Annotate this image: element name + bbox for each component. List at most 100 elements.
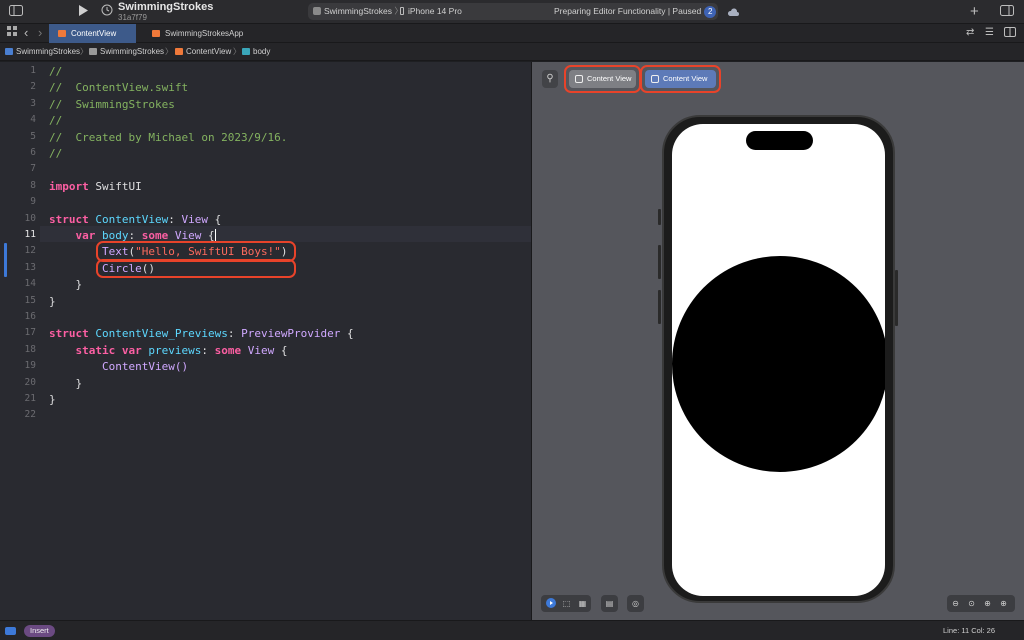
code-line[interactable]: }: [49, 294, 56, 310]
scheme-activity-bar[interactable]: SwimmingStrokes 〉 iPhone 14 Pro Preparin…: [308, 3, 718, 20]
phone-volume-up: [658, 245, 661, 279]
line-number[interactable]: 11: [0, 229, 36, 240]
scheme-selector[interactable]: SwimmingStrokes 〉: [313, 3, 403, 20]
line-number[interactable]: 18: [0, 344, 36, 355]
grid-icon[interactable]: [7, 21, 17, 45]
mode-badge: Insert: [24, 625, 55, 637]
tab-swimmingstrokesapp[interactable]: SwimmingStrokesApp: [143, 24, 263, 43]
split-editor-icon[interactable]: [1004, 21, 1016, 45]
code-line[interactable]: //: [49, 113, 62, 129]
type-ref: View: [241, 343, 275, 357]
line-number[interactable]: 6: [0, 147, 36, 158]
code-line[interactable]: struct ContentView_Previews: PreviewProv…: [49, 326, 354, 342]
variants-icon[interactable]: ▦: [575, 596, 590, 611]
line-number[interactable]: 3: [0, 98, 36, 109]
device-label: iPhone 14 Pro: [408, 6, 462, 16]
breadcrumb-file[interactable]: ContentView: [175, 43, 231, 61]
line-number[interactable]: 2: [0, 81, 36, 92]
function-call: ContentView(): [101, 360, 189, 374]
breadcrumb-project[interactable]: SwimmingStrokes: [5, 43, 80, 61]
live-mode-icon[interactable]: [543, 596, 558, 611]
line-number[interactable]: 10: [0, 213, 36, 224]
annotation-box-preview-1: [564, 65, 641, 93]
annotation-box-circle: [96, 259, 296, 278]
code-line[interactable]: ContentView(): [49, 359, 188, 375]
code-line[interactable]: import SwiftUI: [49, 179, 142, 195]
keyword: static: [75, 343, 116, 357]
line-number[interactable]: 7: [0, 163, 36, 174]
run-icon[interactable]: [78, 0, 88, 24]
breadcrumb-symbol[interactable]: body: [242, 43, 270, 61]
preview-circle[interactable]: [672, 256, 885, 472]
breadcrumb-label: body: [253, 47, 271, 56]
forward-icon[interactable]: ›: [38, 21, 42, 45]
code-line[interactable]: }: [49, 392, 56, 408]
line-number[interactable]: 14: [0, 278, 36, 289]
line-number[interactable]: 4: [0, 114, 36, 125]
code-line[interactable]: struct ContentView: View {: [49, 212, 221, 228]
type-name: ContentView: [95, 212, 169, 226]
history-icon[interactable]: [101, 0, 113, 24]
line-number[interactable]: 22: [0, 409, 36, 420]
project-name: SwimmingStrokes: [118, 1, 214, 13]
line-number[interactable]: 1: [0, 65, 36, 76]
line-number[interactable]: 19: [0, 360, 36, 371]
code-line[interactable]: // ContentView.swift: [49, 80, 188, 96]
line-number[interactable]: 13: [0, 262, 36, 273]
tab-contentview[interactable]: ContentView: [49, 24, 136, 43]
code-text: }: [75, 278, 83, 292]
project-icon: [5, 48, 13, 55]
back-icon[interactable]: ‹: [24, 21, 28, 45]
tab-label: ContentView: [71, 29, 117, 38]
cloud-icon[interactable]: [727, 0, 739, 24]
device-settings-icon[interactable]: ▤: [602, 596, 617, 611]
keyword: var: [121, 343, 142, 357]
debug-area-toggle-icon[interactable]: [5, 627, 16, 635]
cursor-position: Line: 11 Col: 26: [943, 626, 995, 635]
code-line[interactable]: }: [49, 277, 83, 293]
line-number[interactable]: 12: [0, 245, 36, 256]
line-number[interactable]: 16: [0, 311, 36, 322]
keyword: var: [75, 229, 96, 242]
zoom-fit-icon[interactable]: ⊙: [964, 596, 979, 611]
line-number[interactable]: 5: [0, 131, 36, 142]
breadcrumb: SwimmingStrokes 〉 SwimmingStrokes 〉 Cont…: [0, 43, 1024, 61]
line-number-gutter[interactable]: [0, 62, 40, 620]
pin-icon[interactable]: ⚲: [542, 70, 558, 88]
code-line[interactable]: // Created by Michael on 2023/9/16.: [49, 130, 287, 146]
breadcrumb-folder[interactable]: SwimmingStrokes: [89, 43, 164, 61]
issue-badge[interactable]: 2: [704, 6, 717, 18]
code-line[interactable]: //: [49, 64, 62, 80]
activity-status: Preparing Editor Functionality | Paused 2: [554, 3, 717, 20]
code-line[interactable]: static var previews: some View {: [49, 343, 288, 359]
zoom-in-icon[interactable]: ⊕: [996, 596, 1011, 611]
chevron-right-icon: 〉: [233, 47, 241, 56]
swift-file-icon: [152, 30, 160, 37]
line-number[interactable]: 9: [0, 196, 36, 207]
property-name: previews: [148, 343, 202, 357]
code-line[interactable]: }: [49, 376, 83, 392]
selectable-mode-icon[interactable]: ⬚: [559, 596, 574, 611]
zoom-actual-icon[interactable]: ⊕: [980, 596, 995, 611]
line-number[interactable]: 15: [0, 295, 36, 306]
device-frame: [662, 115, 895, 603]
zoom-out-icon[interactable]: ⊖: [948, 596, 963, 611]
line-number[interactable]: 20: [0, 377, 36, 388]
code-line[interactable]: //: [49, 146, 62, 162]
annotation-box-preview-2: [640, 65, 721, 93]
device-selector[interactable]: iPhone 14 Pro: [400, 3, 462, 20]
dynamic-island: [746, 131, 813, 150]
code-text: }: [49, 294, 56, 308]
keyword: import: [49, 179, 89, 193]
code-line[interactable]: // SwimmingStrokes: [49, 97, 175, 113]
editor-options-icon[interactable]: ☰: [985, 21, 994, 45]
preview-canvas[interactable]: ⚲ Content View Content View ⬚ ▦ ▤ ◎ ⊖ ⊙ …: [531, 62, 1024, 620]
type-ref: View: [181, 212, 208, 226]
device-screen[interactable]: [672, 124, 885, 596]
swap-icon[interactable]: ⇄: [966, 21, 974, 45]
line-number[interactable]: 8: [0, 180, 36, 191]
line-number[interactable]: 17: [0, 327, 36, 338]
source-editor[interactable]: // // ContentView.swift // SwimmingStrok…: [0, 62, 531, 620]
line-number[interactable]: 21: [0, 393, 36, 404]
preview-settings-icon[interactable]: ◎: [628, 596, 643, 611]
